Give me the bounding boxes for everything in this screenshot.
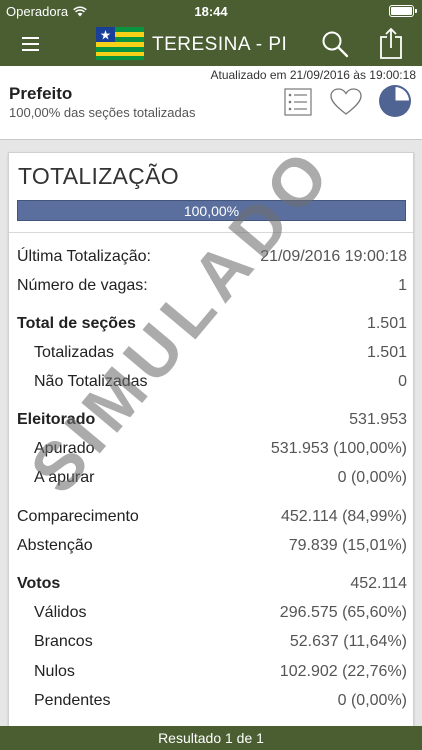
row-last-totalization: Última Totalização: 21/09/2016 19:00:18 bbox=[9, 246, 413, 268]
row-abstention: Abstenção 79.839 (15,01%) bbox=[9, 535, 413, 557]
row-value: 531.953 (100,00%) bbox=[270, 440, 407, 457]
row-valid: Válidos 296.575 (65,60%) bbox=[9, 602, 413, 624]
row-label: Apurado bbox=[34, 440, 95, 457]
row-total-sections: Total de seções 1.501 bbox=[9, 313, 413, 335]
progress-label: 100,00% bbox=[183, 202, 240, 219]
row-votes: Votos 452.114 bbox=[9, 573, 413, 595]
row-vacancies: Número de vagas: 1 bbox=[9, 275, 413, 297]
row-label: Abstenção bbox=[17, 537, 93, 554]
row-label: Nulos bbox=[34, 663, 75, 680]
row-value: 452.114 (84,99%) bbox=[280, 508, 407, 525]
row-value: 1 bbox=[398, 277, 407, 294]
row-value: 1.501 bbox=[366, 344, 407, 361]
row-null: Nulos 102.902 (22,76%) bbox=[9, 661, 413, 683]
row-label: Brancos bbox=[34, 633, 93, 650]
result-pagination-label: Resultado 1 de 1 bbox=[158, 730, 264, 746]
row-label: Válidos bbox=[34, 604, 87, 621]
battery-icon bbox=[389, 5, 417, 17]
row-label: Totalizadas bbox=[34, 344, 115, 361]
row-not-totalized: Não Totalizadas 0 bbox=[9, 371, 413, 393]
row-value: 0 (0,00%) bbox=[337, 692, 407, 709]
card-title: TOTALIZAÇÃO bbox=[18, 163, 179, 189]
share-icon[interactable] bbox=[378, 27, 404, 60]
menu-icon[interactable] bbox=[22, 35, 44, 53]
row-label: Última Totalização: bbox=[17, 248, 151, 265]
row-electorate: Eleitorado 531.953 bbox=[9, 409, 413, 431]
row-value: 21/09/2016 19:00:18 bbox=[260, 248, 407, 265]
row-label: Número de vagas: bbox=[17, 277, 148, 294]
result-pagination: Resultado 1 de 1 bbox=[0, 726, 422, 750]
row-to-count: A apurar 0 (0,00%) bbox=[9, 467, 413, 489]
row-value: 79.839 (15,01%) bbox=[288, 537, 407, 554]
city-title: TERESINA - PI bbox=[152, 34, 288, 55]
row-value: 52.637 (11,64%) bbox=[289, 633, 407, 650]
row-value: 0 (0,00%) bbox=[337, 469, 407, 486]
last-updated-text: Atualizado em 21/09/2016 às 19:00:18 bbox=[210, 68, 417, 82]
clock: 18:44 bbox=[194, 4, 228, 19]
row-label: Não Totalizadas bbox=[34, 373, 148, 390]
row-value: 1.501 bbox=[366, 315, 407, 332]
row-label: Votos bbox=[17, 575, 61, 592]
row-label: Comparecimento bbox=[17, 508, 139, 525]
row-blank: Brancos 52.637 (11,64%) bbox=[9, 631, 413, 653]
row-pending: Pendentes 0 (0,00%) bbox=[9, 690, 413, 712]
row-turnout: Comparecimento 452.114 (84,99%) bbox=[9, 506, 413, 528]
row-value: 296.575 (65,60%) bbox=[279, 604, 407, 621]
totalization-card: TOTALIZAÇÃO 100,00% Última Totalização: … bbox=[8, 152, 414, 732]
row-value: 102.902 (22,76%) bbox=[279, 663, 407, 680]
office-title: Prefeito bbox=[9, 84, 73, 103]
row-value: 0 bbox=[398, 373, 407, 390]
pie-chart-icon[interactable] bbox=[378, 84, 412, 118]
sections-totalized-text: 100,00% das seções totalizadas bbox=[9, 105, 196, 120]
row-label: A apurar bbox=[34, 469, 95, 486]
totalization-progress-bar: 100,00% bbox=[17, 200, 406, 221]
row-totalized: Totalizadas 1.501 bbox=[9, 342, 413, 364]
row-counted: Apurado 531.953 (100,00%) bbox=[9, 438, 413, 460]
row-label: Total de seções bbox=[17, 315, 136, 332]
divider bbox=[9, 232, 413, 233]
heart-icon[interactable] bbox=[330, 88, 362, 116]
list-icon[interactable] bbox=[284, 88, 312, 116]
status-bar: Operadora 18:44 bbox=[0, 0, 422, 22]
row-label: Eleitorado bbox=[17, 411, 96, 428]
piaui-flag-icon bbox=[96, 27, 144, 60]
row-value: 531.953 bbox=[349, 411, 407, 428]
info-panel: Atualizado em 21/09/2016 às 19:00:18 Pre… bbox=[0, 66, 422, 140]
search-icon[interactable] bbox=[321, 30, 349, 58]
row-label: Pendentes bbox=[34, 692, 111, 709]
row-value: 452.114 bbox=[350, 575, 407, 592]
navigation-bar: TERESINA - PI bbox=[0, 22, 422, 66]
